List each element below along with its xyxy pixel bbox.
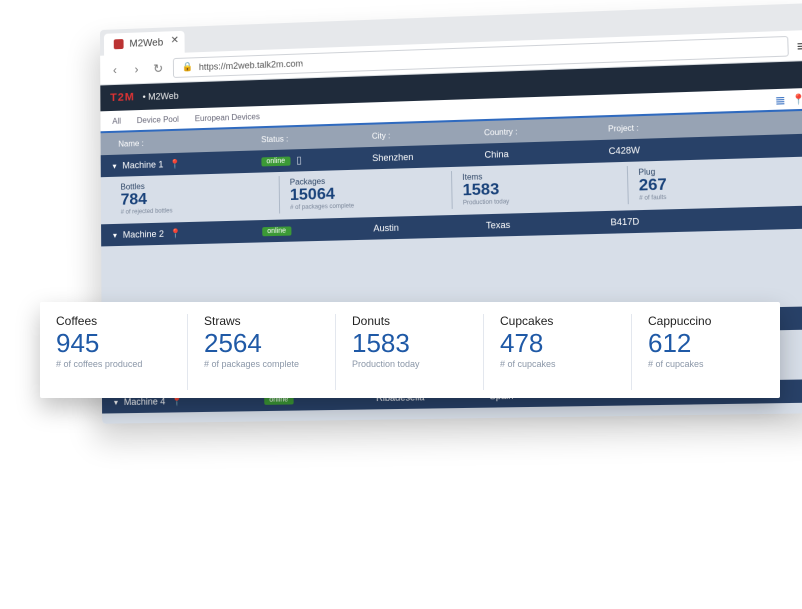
overlay-stat[interactable]: Cupcakes 478 # of cupcakes	[484, 314, 632, 390]
overlay-title: Donuts	[352, 314, 467, 328]
reload-icon[interactable]: ↻	[151, 61, 165, 75]
highlight-overlay: Coffees 945 # of coffees produced Straws…	[40, 302, 780, 398]
overlay-stat[interactable]: Cappuccino 612 # of cupcakes	[632, 314, 780, 390]
overlay-value: 2564	[204, 328, 319, 359]
overlay-title: Straws	[204, 314, 319, 328]
col-name[interactable]: Name :	[118, 135, 261, 148]
overlay-sub: # of coffees produced	[56, 359, 171, 369]
url-text: https://m2web.talk2m.com	[199, 58, 303, 72]
map-pin-icon[interactable]: 📍	[169, 158, 180, 169]
stat-card[interactable]: Items 1583 Production today	[452, 166, 629, 209]
machine-city: Shenzhen	[372, 150, 484, 164]
status-badge: online	[261, 156, 290, 166]
col-project[interactable]: Project :	[608, 118, 802, 133]
overlay-sub: # of packages complete	[204, 359, 319, 369]
stat-card[interactable]: Bottles 784 # of rejected bottles	[111, 176, 280, 218]
machine-project: C428W	[609, 140, 802, 156]
stat-card[interactable]: Plug 267 # of faults	[628, 161, 802, 204]
overlay-sub: # of cupcakes	[500, 359, 615, 369]
map-pin-icon[interactable]: 📍	[170, 228, 181, 239]
overlay-title: Cupcakes	[500, 314, 615, 328]
lock-icon: 🔒	[182, 61, 193, 72]
tab-european[interactable]: European Devices	[195, 112, 260, 123]
overlay-value: 945	[56, 328, 171, 359]
brand-logo: T2M	[110, 91, 135, 104]
overlay-title: Coffees	[56, 314, 171, 328]
tab-device-pool[interactable]: Device Pool	[137, 114, 179, 124]
overlay-stat[interactable]: Donuts 1583 Production today	[336, 314, 484, 390]
overlay-value: 1583	[352, 328, 467, 359]
overlay-stat[interactable]: Coffees 945 # of coffees produced	[40, 314, 188, 390]
tablet-icon: ▯	[296, 155, 302, 166]
chevron-down-icon[interactable]: ▾	[114, 397, 118, 406]
machine-country: Texas	[486, 217, 611, 231]
menu-icon[interactable]: ≡	[797, 37, 802, 54]
overlay-value: 612	[648, 328, 764, 359]
col-country[interactable]: Country :	[484, 124, 608, 137]
machine-city: Austin	[373, 220, 486, 233]
favicon	[114, 39, 124, 49]
overlay-sub: Production today	[352, 359, 467, 369]
tab-all[interactable]: All	[112, 116, 121, 125]
app-subtitle: • M2Web	[143, 91, 179, 102]
status-badge: online	[262, 226, 291, 236]
chevron-down-icon[interactable]: ▾	[113, 161, 117, 170]
map-pin-icon[interactable]: 📍	[792, 94, 802, 106]
overlay-title: Cappuccino	[648, 314, 764, 328]
browser-tab[interactable]: M2Web ✕	[104, 31, 185, 56]
close-icon[interactable]: ✕	[171, 35, 179, 46]
overlay-stat[interactable]: Straws 2564 # of packages complete	[188, 314, 336, 390]
browser-tab-title: M2Web	[129, 37, 163, 49]
list-view-icon[interactable]: ≣	[775, 93, 786, 108]
back-icon[interactable]: ‹	[108, 62, 122, 76]
overlay-value: 478	[500, 328, 615, 359]
stat-card[interactable]: Packages 15064 # of packages complete	[280, 171, 453, 213]
machine-name: Machine 1	[122, 159, 163, 170]
forward-icon[interactable]: ›	[130, 62, 144, 76]
machine-project: B417D	[610, 212, 802, 227]
overlay-sub: # of cupcakes	[648, 359, 764, 369]
machine-country: China	[484, 146, 608, 160]
machine-name: Machine 2	[123, 229, 164, 240]
col-city[interactable]: City :	[372, 128, 484, 141]
chevron-down-icon[interactable]: ▾	[113, 230, 117, 239]
col-status[interactable]: Status :	[261, 131, 372, 144]
